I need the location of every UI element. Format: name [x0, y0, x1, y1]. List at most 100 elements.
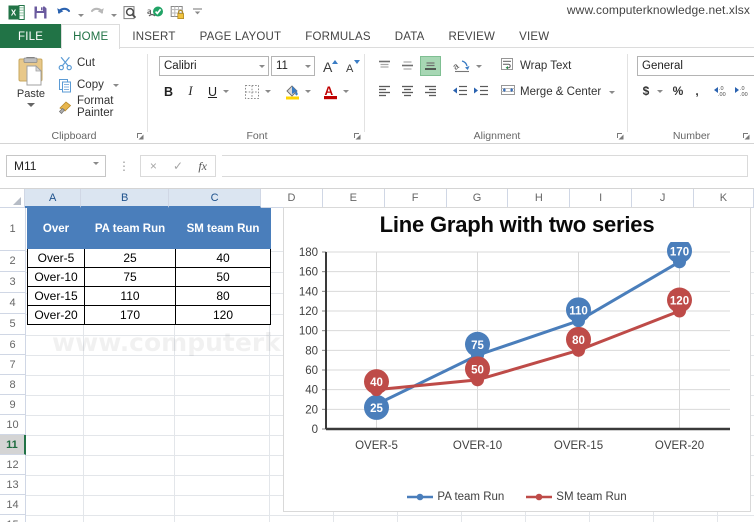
column-header-d[interactable]: D: [260, 189, 323, 208]
column-header-a[interactable]: A: [25, 189, 82, 208]
borders-button[interactable]: [241, 81, 263, 102]
tab-data[interactable]: DATA: [383, 24, 437, 48]
table-row[interactable]: Over-5 25 40: [27, 248, 271, 268]
font-dialog-launcher[interactable]: [353, 132, 362, 141]
tab-insert[interactable]: INSERT: [120, 24, 187, 48]
undo-icon[interactable]: [52, 2, 76, 22]
align-top-button[interactable]: [374, 56, 395, 76]
redo-dropdown-icon[interactable]: [109, 2, 118, 22]
row-header-15[interactable]: 15: [0, 515, 26, 522]
align-middle-button[interactable]: [397, 56, 418, 76]
name-box[interactable]: M11: [6, 155, 106, 179]
increase-indent-button[interactable]: [470, 81, 491, 101]
spelling-icon[interactable]: a: [142, 2, 166, 22]
tab-review[interactable]: REVIEW: [437, 24, 508, 48]
column-header-j[interactable]: J: [632, 189, 694, 208]
legend-item-sm[interactable]: SM team Run: [526, 491, 627, 503]
select-all-button[interactable]: [0, 189, 26, 208]
row-header-1[interactable]: 1: [0, 208, 26, 251]
tab-page-layout[interactable]: PAGE LAYOUT: [188, 24, 294, 48]
alignment-dialog-launcher[interactable]: [616, 132, 625, 141]
table-row[interactable]: Over-20 170 120: [27, 305, 271, 325]
row-header-2[interactable]: 2: [0, 251, 26, 272]
copy-dropdown-icon[interactable]: [112, 83, 119, 87]
font-name-combo[interactable]: Calibri: [159, 56, 269, 80]
paste-dropdown-icon[interactable]: [27, 103, 35, 107]
cell-b5[interactable]: 170: [84, 305, 176, 325]
undo-dropdown-icon[interactable]: [76, 2, 85, 22]
row-header-9[interactable]: 9: [0, 395, 26, 415]
enter-formula-button[interactable]: ✓: [166, 156, 191, 176]
align-center-button[interactable]: [397, 81, 418, 101]
row-header-5[interactable]: 5: [0, 314, 26, 335]
table-row[interactable]: Over-15 110 80: [27, 286, 271, 306]
legend-item-pa[interactable]: PA team Run: [407, 491, 504, 503]
column-header-b[interactable]: B: [81, 189, 170, 208]
orientation-dropdown-icon[interactable]: [474, 56, 484, 76]
cell-b3[interactable]: 75: [84, 267, 176, 287]
formula-input[interactable]: [222, 155, 748, 177]
font-color-dropdown-icon[interactable]: [341, 81, 351, 102]
orientation-button[interactable]: a: [449, 56, 475, 76]
cell-b2[interactable]: 25: [84, 248, 176, 268]
row-header-6[interactable]: 6: [0, 335, 26, 355]
row-header-3[interactable]: 3: [0, 272, 26, 293]
row-header-14[interactable]: 14: [0, 495, 26, 515]
comma-style-button[interactable]: ,: [689, 81, 705, 101]
fill-color-button[interactable]: [281, 81, 303, 102]
table-row[interactable]: Over-10 75 50: [27, 267, 271, 287]
row-header-12[interactable]: 12: [0, 455, 26, 475]
font-size-combo[interactable]: 11: [271, 56, 315, 80]
customize-quick-access-icon[interactable]: [190, 2, 204, 22]
align-bottom-button[interactable]: [420, 56, 441, 76]
cell-b4[interactable]: 110: [84, 286, 176, 306]
clipboard-dialog-launcher[interactable]: [136, 132, 145, 141]
line-chart[interactable]: Line Graph with two series 0 20 40 60 80 100 1…: [283, 207, 751, 512]
increase-decimal-button[interactable]: .0 .00: [711, 81, 731, 101]
tab-home[interactable]: HOME: [61, 24, 121, 49]
merge-center-dropdown-icon[interactable]: [609, 90, 616, 94]
decrease-font-size-button[interactable]: A: [343, 56, 363, 76]
decrease-indent-button[interactable]: [449, 81, 470, 101]
protect-sheet-icon[interactable]: [166, 2, 190, 22]
number-dialog-launcher[interactable]: [742, 132, 751, 141]
align-right-button[interactable]: [420, 81, 441, 101]
row-header-11[interactable]: 11: [0, 435, 26, 455]
row-header-7[interactable]: 7: [0, 355, 26, 375]
cell-c3[interactable]: 50: [175, 267, 271, 287]
fill-color-dropdown-icon[interactable]: [303, 81, 313, 102]
wrap-text-button[interactable]: Wrap Text: [500, 57, 571, 75]
column-header-h[interactable]: H: [508, 189, 571, 208]
cell-c5[interactable]: 120: [175, 305, 271, 325]
merge-center-button[interactable]: Merge & Center: [500, 83, 616, 101]
cell-c2[interactable]: 40: [175, 248, 271, 268]
borders-dropdown-icon[interactable]: [263, 81, 273, 102]
decrease-decimal-button[interactable]: .0 .00: [733, 81, 753, 101]
tab-formulas[interactable]: FORMULAS: [293, 24, 383, 48]
accounting-dropdown-icon[interactable]: [655, 81, 665, 101]
row-header-8[interactable]: 8: [0, 375, 26, 395]
row-header-13[interactable]: 13: [0, 475, 26, 495]
column-header-i[interactable]: I: [570, 189, 633, 208]
tab-file[interactable]: FILE: [0, 24, 62, 48]
tab-view[interactable]: VIEW: [507, 24, 561, 48]
insert-function-button[interactable]: fx: [190, 156, 215, 176]
column-header-f[interactable]: F: [384, 189, 447, 208]
copy-button[interactable]: Copy: [58, 76, 119, 94]
row-header-4[interactable]: 4: [0, 293, 26, 314]
format-painter-button[interactable]: Format Painter: [58, 95, 148, 119]
column-header-g[interactable]: G: [446, 189, 509, 208]
paste-button[interactable]: Paste: [8, 53, 54, 115]
underline-button[interactable]: U: [203, 81, 222, 102]
column-header-c[interactable]: C: [169, 189, 261, 208]
accounting-format-button[interactable]: $: [637, 81, 655, 101]
italic-button[interactable]: I: [181, 81, 200, 102]
cut-button[interactable]: Cut: [58, 54, 95, 72]
data-table[interactable]: Over PA team Run SM team Run Over-5 25 4…: [27, 208, 271, 325]
cancel-formula-button[interactable]: ×: [141, 156, 166, 176]
number-format-combo[interactable]: General: [637, 56, 754, 76]
column-header-k[interactable]: K: [694, 189, 754, 208]
redo-icon[interactable]: [85, 2, 109, 22]
align-left-button[interactable]: [374, 81, 395, 101]
font-color-button[interactable]: A: [319, 81, 341, 102]
